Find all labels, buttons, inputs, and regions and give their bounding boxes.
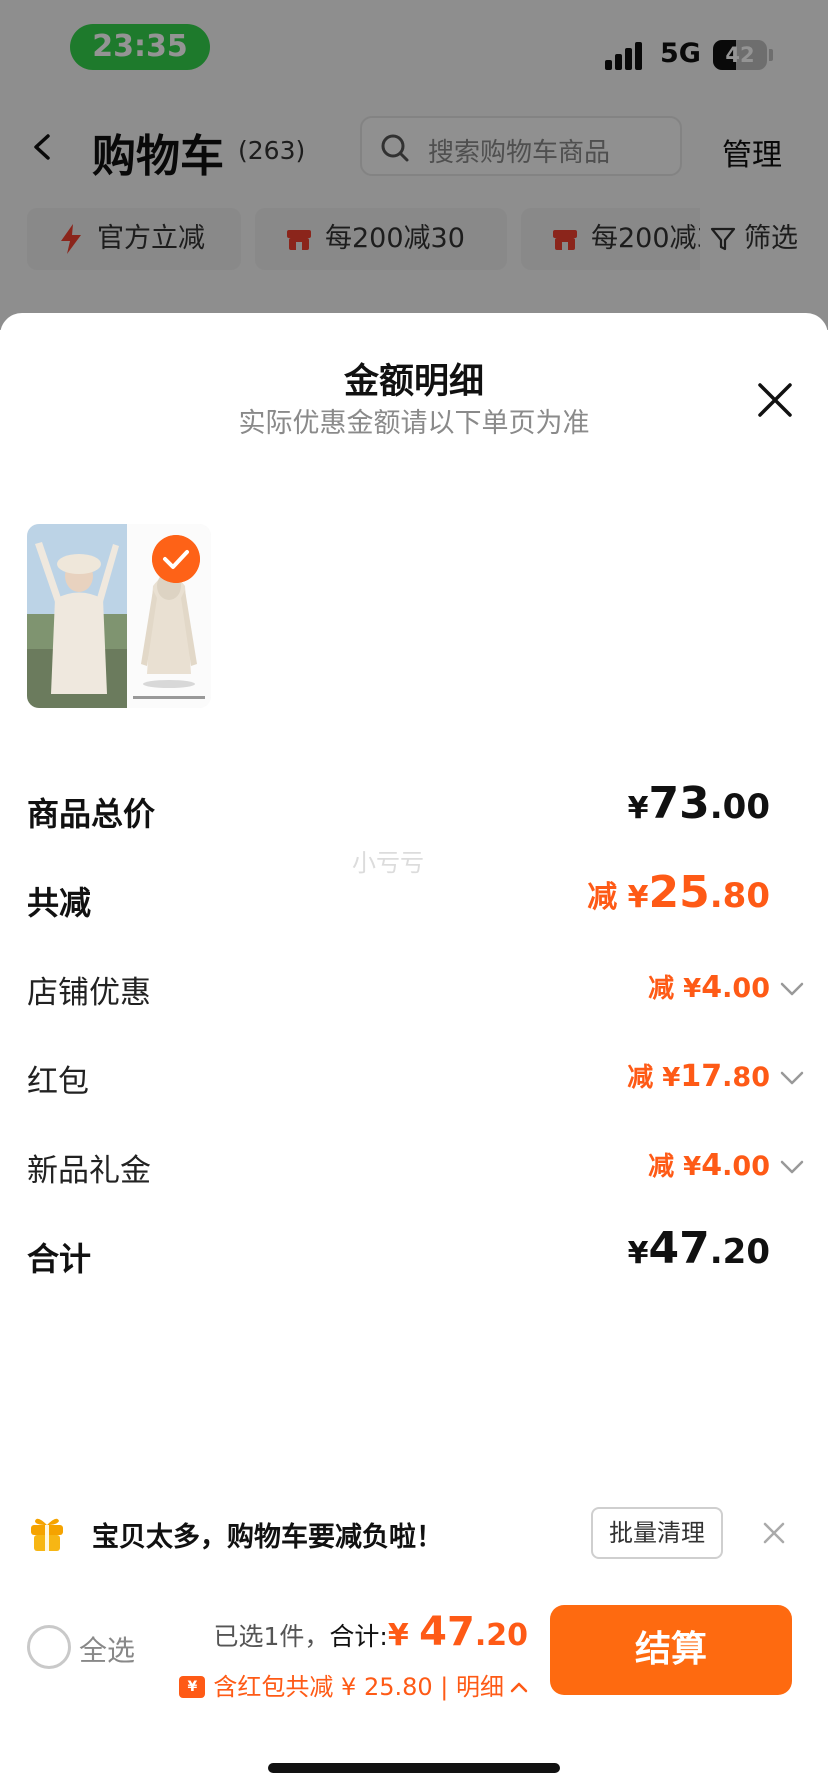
amount-integer: 4 [701, 1148, 723, 1183]
amount-decimal: .80 [722, 1062, 770, 1093]
amount-integer: 4 [701, 970, 723, 1005]
close-icon[interactable] [756, 381, 794, 419]
amount-prefix: 减 ¥ [648, 974, 702, 1004]
chevron-down-icon[interactable] [780, 981, 804, 997]
row-amount: ¥47.20 [628, 1223, 770, 1274]
row-amount: 减 ¥4.00 [648, 968, 770, 1005]
select-all-label[interactable]: 全选 [79, 1629, 135, 1669]
selected-summary: 已选1件，合计:¥ 47.20 [214, 1609, 529, 1655]
amount-integer: 25 [648, 867, 710, 918]
home-indicator [268, 1763, 560, 1773]
row-label: 共减 [27, 884, 92, 922]
total-integer: 47 [419, 1609, 475, 1655]
cart-page-background: 23:35 5G 42 购物车 (263) 搜索购物车商品 管理 官方立减 每2… [0, 0, 828, 330]
row-total-discount: 共减 减 ¥25.80 [0, 867, 828, 930]
amount-integer: 17 [680, 1059, 723, 1094]
selected-check-icon [152, 535, 200, 583]
amount-decimal: .00 [722, 1151, 770, 1182]
amount-integer: 47 [648, 1223, 710, 1274]
row-amount: 减 ¥4.00 [648, 1146, 770, 1183]
sheet-subtitle: 实际优惠金额请以下单页为准 [238, 408, 590, 439]
screen: 23:35 5G 42 购物车 (263) 搜索购物车商品 管理 官方立减 每2… [0, 0, 828, 1792]
row-label: 合计 [27, 1240, 92, 1278]
row-amount: ¥73.00 [628, 778, 770, 829]
amount-decimal: .80 [709, 876, 770, 916]
notice-text: 宝贝太多，购物车要减负啦！ [92, 1522, 443, 1553]
chevron-up-icon [510, 1682, 528, 1693]
discount-text: 含红包共减 ¥ 25.80 | 明细 [213, 1673, 504, 1701]
amount-prefix: 减 ¥ [587, 880, 649, 915]
amount-prefix: 减 ¥ [648, 1152, 702, 1182]
row-label: 新品礼金 [27, 1153, 151, 1189]
coupon-icon [179, 1676, 206, 1698]
chevron-down-icon[interactable] [780, 1159, 804, 1175]
close-notice-icon[interactable] [762, 1521, 786, 1545]
row-store-discount[interactable]: 店铺优惠 减 ¥4.00 [0, 959, 828, 1019]
amount-detail-sheet: 金额明细 实际优惠金额请以下单页为准 小亏亏 商品总价 ¥73.00 共减 减 … [0, 313, 828, 1493]
total-currency: ¥ [387, 1618, 420, 1653]
row-label: 店铺优惠 [27, 975, 151, 1011]
bulk-clear-button[interactable]: 批量清理 [591, 1507, 723, 1559]
checkout-button[interactable]: 结算 [550, 1605, 792, 1695]
amount-prefix: 减 ¥ [627, 1063, 681, 1093]
row-amount: 减 ¥25.80 [587, 867, 770, 918]
product-photo [27, 524, 127, 708]
row-goods-total: 商品总价 ¥73.00 [0, 778, 828, 841]
amount-prefix: ¥ [627, 1236, 649, 1271]
select-all-checkbox[interactable] [27, 1625, 71, 1669]
row-amount: 减 ¥17.80 [627, 1057, 770, 1094]
chevron-down-icon[interactable] [780, 1070, 804, 1086]
row-grand-total: 合计 ¥47.20 [0, 1223, 828, 1286]
amount-decimal: .00 [709, 787, 770, 827]
amount-decimal: .20 [709, 1232, 770, 1272]
total-decimal: .20 [474, 1618, 528, 1653]
sheet-title: 金额明细 [343, 362, 484, 402]
row-label: 红包 [27, 1064, 89, 1100]
gift-box-icon [31, 1518, 63, 1551]
checkout-bar: 全选 已选1件，合计:¥ 47.20 含红包共减 ¥ 25.80 | 明细 结算 [0, 1573, 828, 1792]
row-red-envelope[interactable]: 红包 减 ¥17.80 [0, 1048, 828, 1108]
discount-detail-link[interactable]: 含红包共减 ¥ 25.80 | 明细 [179, 1667, 528, 1702]
row-new-product-gift[interactable]: 新品礼金 减 ¥4.00 [0, 1137, 828, 1197]
cart-cleanup-notice: 宝贝太多，购物车要减负啦！ 批量清理 [0, 1493, 828, 1573]
total-label: 合计: [329, 1622, 388, 1651]
modal-overlay[interactable] [0, 0, 828, 330]
amount-integer: 73 [648, 778, 710, 829]
row-label: 商品总价 [27, 795, 156, 833]
selected-count: 已选1件， [213, 1622, 330, 1651]
amount-decimal: .00 [722, 973, 770, 1004]
amount-prefix: ¥ [627, 791, 649, 826]
